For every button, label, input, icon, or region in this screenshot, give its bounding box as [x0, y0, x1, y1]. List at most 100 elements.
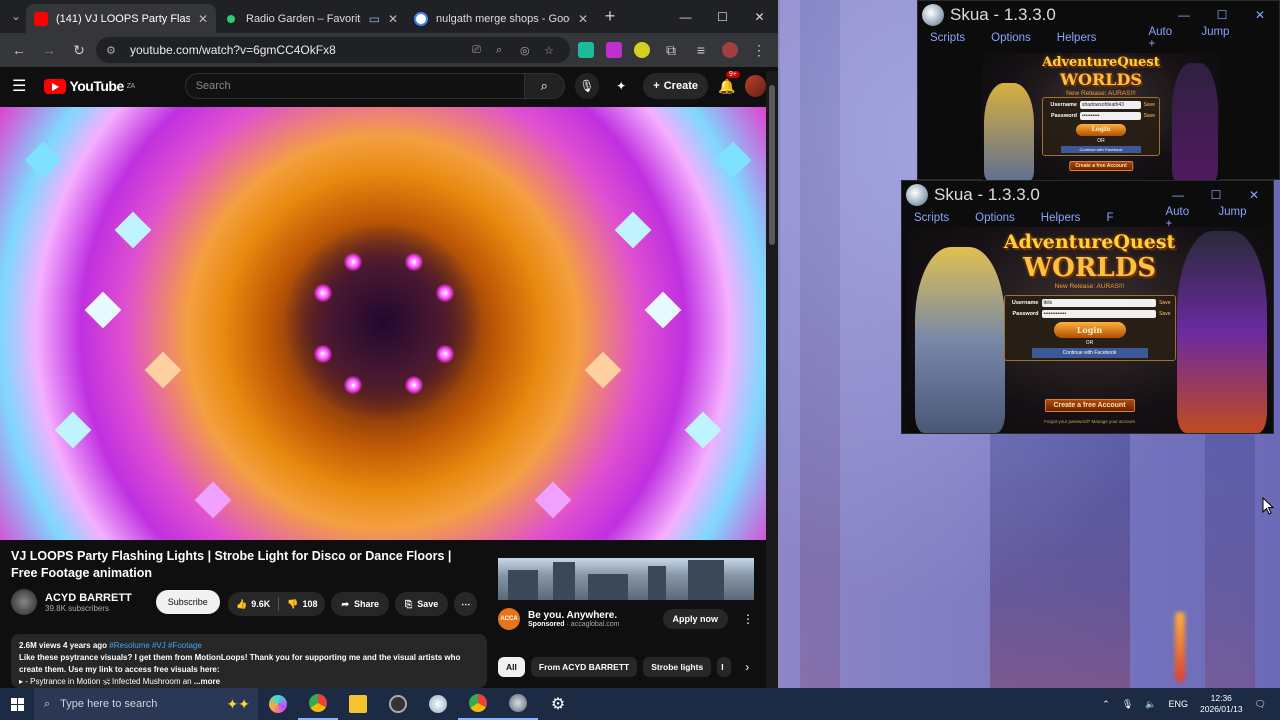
password-field[interactable]: •••••••••• [1080, 112, 1141, 120]
taskbar-search[interactable]: ⌕ Type here to search ✦✦ [34, 688, 258, 720]
taskbar-skua-icon[interactable] [418, 688, 458, 720]
close-tab-icon[interactable]: ✕ [388, 12, 398, 26]
game-viewport[interactable]: AdventureQuest WORLDS New Release: AURAS!… [982, 53, 1220, 181]
translate-extension-icon[interactable] [578, 42, 594, 58]
apply-now-button[interactable]: Apply now [662, 609, 728, 629]
menu-options[interactable]: Options [975, 212, 1015, 224]
account-avatar[interactable] [745, 75, 766, 97]
maximize-button[interactable]: ☐ [1203, 8, 1241, 22]
notifications-bell-icon[interactable]: 🔔 9+ [718, 70, 740, 95]
new-tab-button[interactable]: + [596, 6, 624, 27]
page-scrollbar[interactable] [766, 71, 778, 688]
chip-strobe-lights[interactable]: Strobe lights [643, 657, 712, 677]
back-button[interactable]: ← [6, 37, 32, 63]
hashtags[interactable]: #Resolume #VJ #Footage [109, 641, 202, 650]
tab-radio-garden[interactable]: Radio Garden – Favorites ▭ ✕ [216, 4, 406, 33]
ad-menu-icon[interactable]: ⋮ [736, 612, 754, 626]
taskbar-skua-active-icon[interactable] [498, 688, 538, 720]
forward-button[interactable]: → [36, 37, 62, 63]
youtube-logo[interactable]: YouTube ZA [44, 78, 135, 94]
purple-extension-icon[interactable] [606, 42, 622, 58]
media-control-icon[interactable]: ≡ [688, 37, 714, 63]
maximize-button[interactable]: ☐ [1197, 188, 1235, 202]
username-field[interactable]: tkils [1041, 299, 1157, 307]
chip-all[interactable]: All [498, 657, 525, 677]
subscribe-button[interactable]: Subscribe [155, 590, 220, 614]
login-button[interactable]: Login [1053, 322, 1126, 338]
save-button[interactable]: ⎘ Save [395, 592, 449, 616]
chrome-menu-icon[interactable]: ⋮ [746, 37, 772, 63]
start-button[interactable] [0, 688, 34, 720]
eye-off-icon[interactable]: ◎ [520, 44, 536, 57]
chevron-right-icon[interactable]: › [745, 660, 749, 674]
volume-icon[interactable]: 🔈 [1145, 699, 1156, 710]
menu-scripts[interactable]: Scripts [914, 212, 949, 224]
reload-button[interactable]: ↻ [66, 37, 92, 63]
minimize-button[interactable]: — [667, 10, 704, 24]
login-button[interactable]: Login [1076, 124, 1126, 136]
menu-options[interactable]: Options [991, 32, 1031, 44]
menu-helpers[interactable]: Helpers [1041, 212, 1081, 224]
zoom-icon[interactable]: ⌕ [496, 44, 512, 57]
close-button[interactable]: ✕ [1235, 188, 1273, 202]
chip-truncated[interactable]: I [717, 657, 732, 677]
close-button[interactable]: ✕ [741, 10, 778, 24]
site-info-icon[interactable]: ⚙ [106, 44, 122, 57]
chip-from-channel[interactable]: From ACYD BARRETT [530, 657, 638, 677]
facebook-login-button[interactable]: Continue with Facebook [1031, 348, 1148, 358]
hamburger-menu-icon[interactable]: ☰ [12, 76, 34, 96]
scrollbar-thumb[interactable] [769, 85, 775, 245]
profile-avatar[interactable] [722, 42, 738, 58]
sponsored-ad[interactable]: ACCA Be you. Anywhere. Sponsored · accag… [498, 558, 754, 646]
facebook-login-button[interactable]: Continue with Facebook [1061, 146, 1141, 153]
share-button[interactable]: ➦ Share [331, 592, 390, 616]
taskbar-app-icon[interactable] [378, 688, 418, 720]
maximize-button[interactable]: ☐ [704, 10, 741, 24]
bookmark-star-icon[interactable]: ☆ [544, 44, 560, 57]
account-links[interactable]: Forgot your password? Manage your accoun… [1044, 419, 1135, 424]
like-button[interactable]: 👍 9.6K [228, 592, 278, 616]
description-box[interactable]: 2.6M views 4 years ago #Resolume #VJ #Fo… [11, 634, 487, 688]
create-account-button[interactable]: Create a free Account [1044, 399, 1135, 412]
close-tab-icon[interactable]: ✕ [578, 12, 588, 26]
menu-truncated[interactable]: F [1106, 212, 1113, 224]
taskbar-file-explorer-icon[interactable] [338, 688, 378, 720]
minimize-button[interactable]: — [1159, 188, 1197, 202]
extensions-puzzle-icon[interactable]: ⧉ [658, 37, 684, 63]
taskbar-chrome-icon[interactable] [298, 688, 338, 720]
menu-add[interactable]: + [1148, 38, 1155, 50]
microphone-icon[interactable]: 🎙 [1122, 699, 1133, 710]
show-more-link[interactable]: ...more [194, 677, 220, 686]
address-bar[interactable]: ⚙ youtube.com/watch?v=6gmCC4OkFx8 ⎚ ⌕ ◎ … [96, 37, 570, 63]
tab-youtube[interactable]: (141) VJ LOOPS Party Flashing L ✕ [26, 4, 216, 33]
menu-scripts[interactable]: Scripts [930, 32, 965, 44]
taskbar-chrome-profile-icon[interactable] [458, 688, 498, 720]
dislike-button[interactable]: 👎 108 [279, 592, 325, 616]
username-field[interactable]: shadowsofdeath43 [1080, 101, 1141, 109]
search-input[interactable] [184, 73, 525, 99]
more-actions-button[interactable]: ⋯ [454, 592, 478, 616]
tab-google-search[interactable]: nulgath merge shops - Google S ✕ [406, 4, 596, 33]
password-field[interactable]: ••••••••••••• [1041, 310, 1157, 318]
clock[interactable]: 12:36 2026/01/13 [1200, 693, 1243, 715]
game-viewport[interactable]: AdventureQuest WORLDS New Release: AURAS!… [907, 227, 1272, 433]
create-button[interactable]: + Create [643, 73, 708, 99]
ad-banner-image[interactable] [498, 558, 754, 600]
close-button[interactable]: ✕ [1241, 8, 1279, 22]
menu-helpers[interactable]: Helpers [1057, 32, 1097, 44]
taskbar-settings-icon[interactable]: ⚙ [538, 688, 578, 720]
menu-jump[interactable]: Jump [1201, 26, 1229, 38]
yellow-extension-icon[interactable] [634, 42, 650, 58]
create-account-button[interactable]: Create a free Account [1069, 161, 1133, 171]
voice-search-icon[interactable]: 🎙 [574, 73, 599, 99]
menu-auto[interactable]: Auto [1165, 206, 1189, 218]
show-hidden-icons-icon[interactable]: ⌃ [1102, 699, 1110, 710]
menu-auto[interactable]: Auto [1148, 26, 1172, 38]
close-tab-icon[interactable]: ✕ [198, 12, 208, 26]
channel-name[interactable]: ACYD BARRETT [45, 592, 132, 604]
minimize-button[interactable]: — [1165, 8, 1203, 22]
language-indicator[interactable]: ENG [1169, 699, 1189, 709]
notifications-icon[interactable]: 🗨 [1255, 699, 1266, 710]
tab-search-icon[interactable]: ⌄ [6, 7, 26, 27]
taskbar-copilot-icon[interactable] [258, 688, 298, 720]
